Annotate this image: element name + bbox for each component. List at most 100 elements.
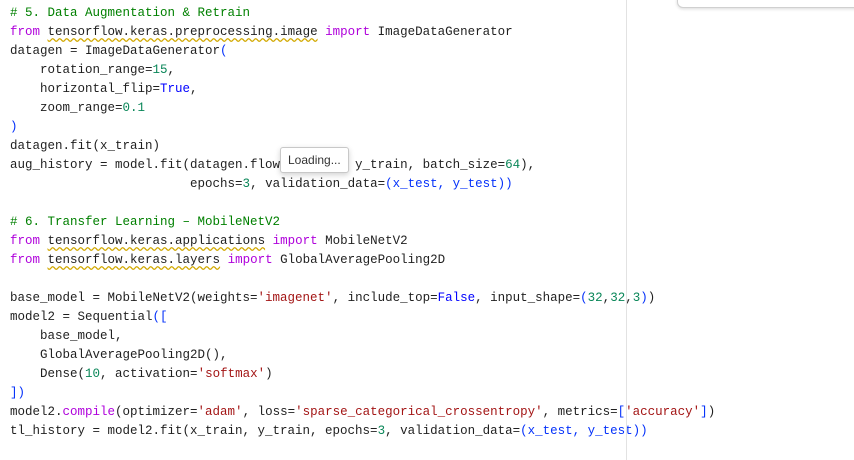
code-line[interactable] — [10, 194, 715, 213]
code-token: , metrics= — [542, 405, 618, 419]
code-token: model2. — [10, 405, 63, 419]
code-token-br: ( — [220, 44, 228, 58]
code-token-br: ]) — [10, 386, 26, 400]
code-token: datagen.fit(x_train) — [10, 139, 161, 153]
code-token-str: 'softmax' — [197, 367, 266, 381]
code-token-num: 3 — [242, 177, 251, 191]
code-line[interactable]: ) — [10, 118, 715, 137]
code-token-br: (x_test, y_test) — [520, 424, 641, 438]
code-line[interactable]: aug_history = model.fit(datagen.flow(x_t… — [10, 156, 715, 175]
code-token-br: (x_test, y_test) — [385, 177, 506, 191]
code-token-mod: tensorflow.keras.preprocessing.image — [47, 25, 318, 39]
code-token-cmt: # 5. Data Augmentation & Retrain — [10, 6, 251, 20]
code-line[interactable]: from tensorflow.keras.layers import Glob… — [10, 251, 715, 270]
code-line[interactable]: Dense(10, activation='softmax') — [10, 365, 715, 384]
code-token: model2 = Sequential — [10, 310, 153, 324]
code-line[interactable]: from tensorflow.keras.preprocessing.imag… — [10, 23, 715, 42]
code-token: rotation_range= — [10, 63, 153, 77]
code-token: ) — [647, 291, 656, 305]
code-line[interactable]: base_model = MobileNetV2(weights='imagen… — [10, 289, 715, 308]
loading-tooltip: Loading... — [280, 147, 349, 173]
code-token-num: 15 — [152, 63, 168, 77]
code-token-br: ] — [700, 405, 708, 419]
code-line[interactable]: model2.compile(optimizer='adam', loss='s… — [10, 403, 715, 422]
code-token-num: 10 — [85, 367, 101, 381]
code-token: datagen = ImageDataGenerator — [10, 44, 221, 58]
code-token: MobileNetV2 — [317, 234, 408, 248]
code-token-str: 'adam' — [197, 405, 243, 419]
code-line[interactable]: datagen = ImageDataGenerator( — [10, 42, 715, 61]
code-token-mod: tensorflow.keras.layers — [47, 253, 221, 267]
code-token: , validation_data= — [385, 424, 521, 438]
code-token-br: ) — [505, 177, 513, 191]
code-token: , loss= — [242, 405, 296, 419]
code-token: , input_shape= — [475, 291, 581, 305]
code-token-cmt: # 6. Transfer Learning – MobileNetV2 — [10, 215, 281, 229]
code-token: ) — [265, 367, 273, 381]
code-token: , — [190, 82, 198, 96]
code-editor[interactable]: # 5. Data Augmentation & Retrain from ten… — [0, 0, 715, 460]
code-token-const: False — [437, 291, 476, 305]
code-token-kw: compile — [62, 405, 116, 419]
code-token-kw: from — [10, 253, 41, 267]
code-token: , — [167, 63, 176, 77]
code-token-br: ([ — [152, 310, 168, 324]
code-token-kw: import — [325, 25, 371, 39]
editor-divider — [626, 0, 627, 460]
code-line[interactable]: # 6. Transfer Learning – MobileNetV2 — [10, 213, 715, 232]
code-token-str: 'imagenet' — [257, 291, 333, 305]
code-line[interactable]: horizontal_flip=True, — [10, 80, 715, 99]
code-token-br: ) — [640, 291, 648, 305]
code-token-str: 'sparse_categorical_crossentropy' — [295, 405, 543, 419]
code-line[interactable]: from tensorflow.keras.applications impor… — [10, 232, 715, 251]
code-token-br: ) — [640, 424, 648, 438]
code-token-br: ) — [10, 120, 18, 134]
code-token-kw: from — [10, 25, 41, 39]
code-line[interactable]: model2 = Sequential([ — [10, 308, 715, 327]
code-token-num: 0.1 — [122, 101, 146, 115]
code-token: (optimizer= — [115, 405, 198, 419]
code-token-num: 32 — [587, 291, 603, 305]
code-token: GlobalAveragePooling2D(), — [10, 348, 228, 362]
code-token: , include_top= — [332, 291, 438, 305]
code-token: GlobalAveragePooling2D — [272, 253, 446, 267]
code-token-mod: tensorflow.keras.applications — [47, 234, 266, 248]
code-line[interactable]: # 5. Data Augmentation & Retrain — [10, 4, 715, 23]
code-token-kw: import — [272, 234, 318, 248]
code-line[interactable]: rotation_range=15, — [10, 61, 715, 80]
code-token-const: True — [160, 82, 191, 96]
code-token: horizontal_flip= — [10, 82, 161, 96]
code-token-kw: from — [10, 234, 41, 248]
code-token: ) — [707, 405, 716, 419]
code-line[interactable]: ]) — [10, 384, 715, 403]
code-block[interactable]: # 5. Data Augmentation & Retrain from ten… — [10, 4, 715, 441]
code-token: base_model = MobileNetV2(weights= — [10, 291, 258, 305]
code-line[interactable]: zoom_range=0.1 — [10, 99, 715, 118]
code-line[interactable]: datagen.fit(x_train) — [10, 137, 715, 156]
code-token: tl_history = model2.fit(x_train, y_train… — [10, 424, 378, 438]
code-token: ), — [520, 158, 536, 172]
top-right-panel — [677, 0, 854, 8]
code-token: , validation_data= — [250, 177, 386, 191]
code-token: zoom_range= — [10, 101, 123, 115]
code-line[interactable]: tl_history = model2.fit(x_train, y_train… — [10, 422, 715, 441]
code-token-num: 3 — [377, 424, 386, 438]
code-token: , activation= — [100, 367, 198, 381]
code-token: aug_history = model.fit(datagen.flow(x_t… — [10, 158, 506, 172]
code-token: epochs= — [10, 177, 243, 191]
code-token-kw: import — [227, 253, 273, 267]
code-line[interactable] — [10, 270, 715, 289]
code-token: ImageDataGenerator — [370, 25, 513, 39]
code-token: base_model, — [10, 329, 123, 343]
code-token-num: 64 — [505, 158, 521, 172]
code-token-br: ( — [580, 291, 588, 305]
code-line[interactable]: base_model, — [10, 327, 715, 346]
code-line[interactable]: GlobalAveragePooling2D(), — [10, 346, 715, 365]
code-line[interactable]: epochs=3, validation_data=(x_test, y_tes… — [10, 175, 715, 194]
